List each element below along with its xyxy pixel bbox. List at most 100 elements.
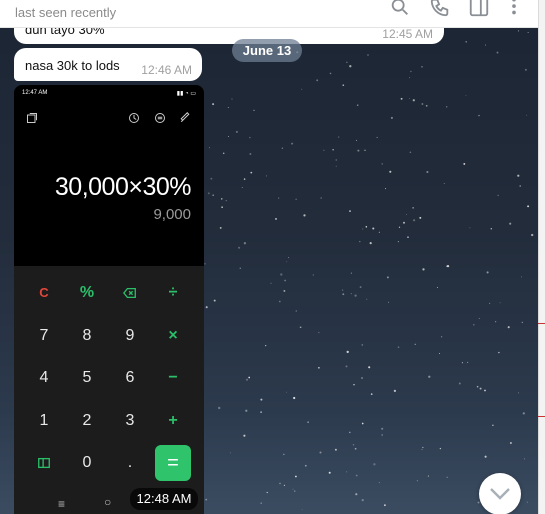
star [319,451,322,454]
calc-key-label: − [168,369,178,386]
star [243,434,246,437]
note-icon [26,111,38,123]
star [250,171,253,174]
calculator-screenshot[interactable]: 12:47 AM ▮▮ ◔ ▭ 30,000×30% 9,000 C% ÷ 7 8 9 ×… [14,85,204,514]
star [484,44,486,46]
phone-icon[interactable] [429,0,451,18]
star [349,431,351,434]
star [519,185,521,187]
star [361,344,364,346]
calc-key-label: 7 [39,327,49,344]
calc-key-label: 1 [39,412,49,429]
star [346,471,348,473]
star [402,221,406,224]
star [359,286,362,289]
star [219,226,222,229]
star [221,206,223,208]
star [361,498,364,502]
star [414,343,416,345]
star [425,104,428,107]
star [428,375,431,378]
star [381,163,383,165]
star [320,197,322,199]
star [208,147,210,149]
star [426,170,429,174]
star [412,207,414,209]
convert-icon [154,111,166,123]
calc-key: 7 [26,318,62,354]
star [329,72,332,75]
star [518,392,520,394]
star [413,219,416,222]
star [281,147,284,149]
star [328,471,331,474]
star [354,294,357,297]
calc-key: 1 [26,403,62,439]
star [304,464,307,467]
star [408,97,410,99]
star [212,194,215,197]
calc-key: 6 [112,360,148,396]
star [342,289,344,291]
star [361,377,363,379]
star [383,504,386,507]
star [463,162,466,165]
star [350,293,352,295]
star [376,136,378,138]
scroll-to-bottom-button[interactable] [479,473,521,514]
star [207,192,210,195]
star [342,293,345,296]
star [280,273,283,276]
window-scrollbar[interactable] [538,0,545,514]
calc-key: − [155,360,191,396]
phone-status-icons: ▮▮ ◔ ▭ [176,91,196,97]
star [323,149,325,151]
star [467,361,469,363]
star [218,406,221,410]
star [349,210,351,212]
star [349,65,352,68]
star [361,422,364,425]
star [416,480,418,482]
star [421,103,424,105]
star [509,222,512,225]
mode-switch-key [26,445,62,481]
star [235,130,238,133]
star [243,242,247,245]
star [509,442,512,444]
search-icon[interactable] [389,0,411,18]
star [350,272,352,274]
star [465,41,467,43]
star [368,366,371,369]
calc-key-label: . [127,454,133,471]
star [249,136,251,139]
chevron-down-icon [490,488,510,500]
more-vert-icon[interactable] [503,0,525,18]
calc-key-label: C [39,285,49,300]
star [521,321,523,324]
star [253,109,255,112]
menu-nav-icon: ≡ [58,497,66,511]
star [362,228,364,230]
message-bubble[interactable]: nasa 30k to lods 12:46 AM [14,48,202,81]
star [517,30,520,32]
calc-key-label: 6 [125,369,135,386]
star [366,298,368,300]
star [526,114,528,116]
star [245,378,249,381]
backspace-icon [123,287,136,298]
star [405,213,407,215]
star [384,188,387,190]
star [221,198,223,200]
calc-key-label: = [167,452,179,474]
calc-key: . [112,445,148,481]
star [484,389,486,392]
star [270,282,272,284]
star [266,175,267,177]
calc-key-label: 4 [39,369,49,386]
star [419,216,422,219]
star [265,345,267,347]
sidebar-toggle-icon[interactable] [468,0,490,18]
chat-header: last seen recently [0,0,538,28]
star [288,257,290,259]
